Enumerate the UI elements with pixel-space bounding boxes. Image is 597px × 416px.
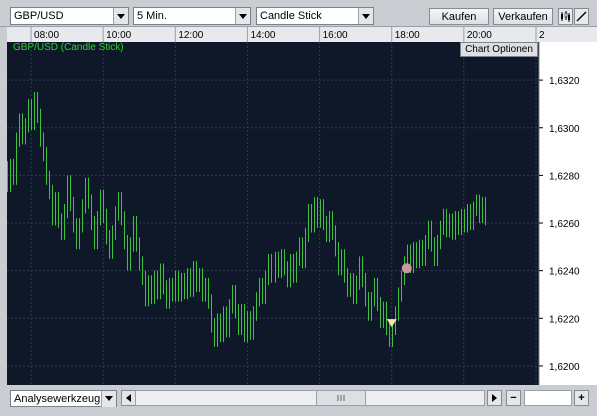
time-axis-strip	[7, 27, 597, 42]
zoom-slider[interactable]	[524, 390, 572, 406]
candlestick-view-icon[interactable]	[558, 8, 573, 25]
chart-title: GBP/USD (Candle Stick)	[13, 42, 124, 53]
symbol-select[interactable]: GBP/USD	[10, 7, 129, 25]
x-tick-label: 12:00	[178, 30, 203, 41]
zoom-out-button[interactable]: −	[506, 390, 521, 406]
x-tick-label: 20:00	[467, 30, 492, 41]
arrow-left-icon	[126, 394, 131, 402]
analysis-tool-value: Analysewerkzeug	[14, 392, 101, 405]
x-tick-label: 14:00	[250, 30, 275, 41]
scroll-thumb[interactable]	[316, 391, 366, 405]
chevron-down-icon[interactable]	[358, 8, 373, 24]
y-tick-label: 1,6220	[549, 314, 580, 325]
y-tick-label: 1,6280	[549, 171, 580, 182]
arrow-right-icon	[492, 394, 497, 402]
y-tick-label: 1,6200	[549, 362, 580, 373]
x-tick-label: 16:00	[323, 30, 348, 41]
candlestick-chart[interactable]: 08:00 10:00 12:00 14:00 16:00 18:00 20:00 2 1,63…	[7, 27, 597, 385]
analysis-tool-select[interactable]: Analysewerkzeug	[10, 390, 117, 407]
chart-type-select-value: Candle Stick	[260, 10, 322, 22]
chevron-down-icon[interactable]	[101, 390, 116, 407]
buy-button[interactable]: Kaufen	[429, 8, 489, 25]
y-tick-label: 1,6300	[549, 124, 580, 135]
y-tick-label: 1,6260	[549, 219, 580, 230]
horizontal-scrollbar[interactable]	[135, 390, 485, 406]
chart-options-button[interactable]: Chart Optionen	[460, 42, 538, 57]
chevron-down-icon[interactable]	[235, 8, 250, 24]
trading-chart-window: GBP/USD 5 Min. Candle Stick Kaufen Verka…	[0, 0, 597, 416]
draw-line-icon[interactable]	[574, 8, 589, 25]
scroll-right-button[interactable]	[487, 390, 502, 406]
zoom-in-button[interactable]: +	[574, 390, 589, 406]
buy-marker	[401, 263, 412, 274]
price-axis-panel	[539, 42, 597, 385]
interval-select-value: 5 Min.	[137, 10, 167, 22]
chevron-down-icon[interactable]	[113, 8, 128, 24]
y-tick-label: 1,6240	[549, 267, 580, 278]
symbol-select-value: GBP/USD	[14, 10, 64, 22]
scroll-left-button[interactable]	[121, 390, 136, 406]
chart-type-select[interactable]: Candle Stick	[256, 7, 374, 25]
chart-toolbar: GBP/USD 5 Min. Candle Stick Kaufen Verka…	[0, 0, 597, 27]
grip-icon	[337, 395, 345, 401]
x-tick-label: 2	[539, 30, 545, 41]
x-tick-label: 10:00	[106, 30, 131, 41]
y-tick-label: 1,6320	[549, 76, 580, 87]
x-tick-label: 08:00	[34, 30, 59, 41]
plot-area	[7, 42, 539, 385]
interval-select[interactable]: 5 Min.	[133, 7, 251, 25]
x-tick-label: 18:00	[395, 30, 420, 41]
price-chart[interactable]: 08:00 10:00 12:00 14:00 16:00 18:00 20:00 2 1,63…	[7, 27, 597, 385]
sell-button[interactable]: Verkaufen	[493, 8, 553, 25]
chart-bottom-bar: Analysewerkzeug − +	[0, 388, 597, 416]
